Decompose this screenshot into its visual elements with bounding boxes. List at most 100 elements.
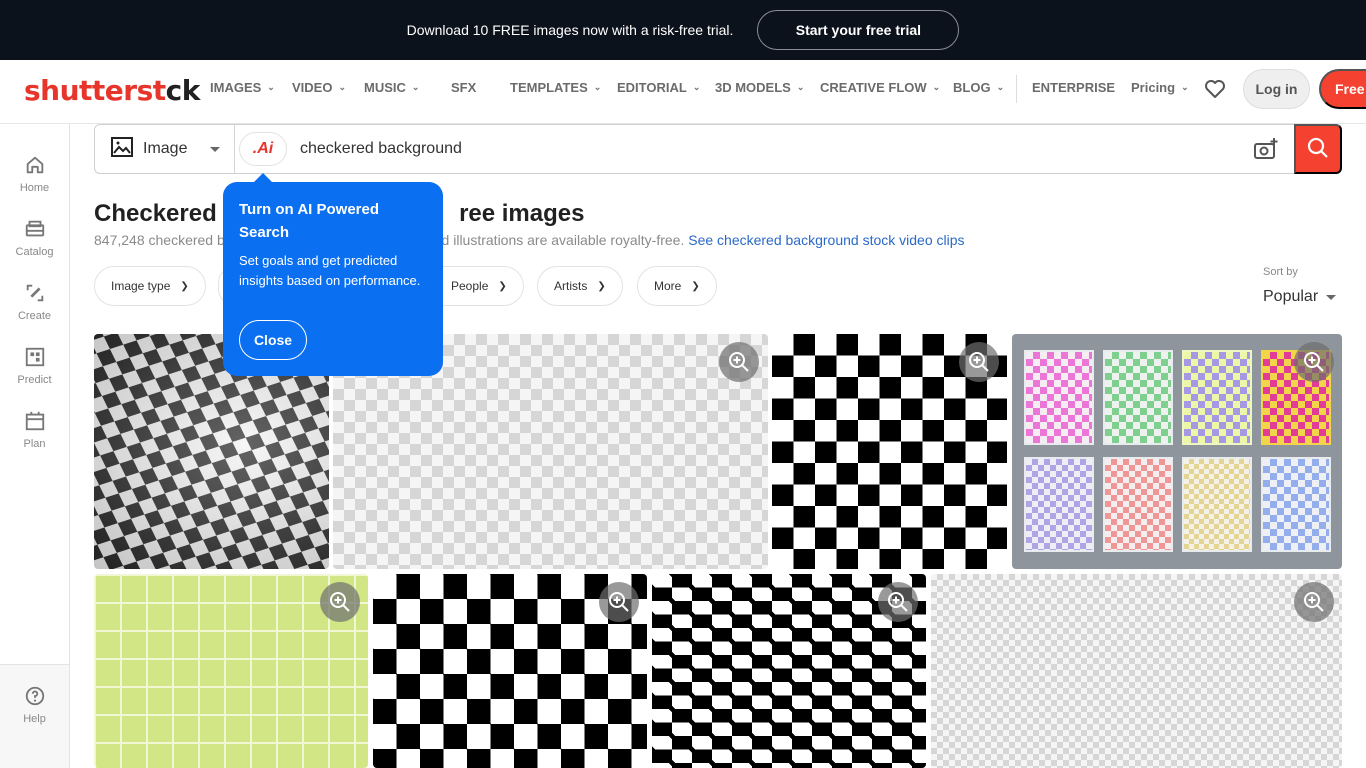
- zoom-preview-button[interactable]: [1294, 582, 1334, 622]
- top-navigation: shutterstck IMAGES ⌄ VIDEO ⌄ MUSIC ⌄ SFX TE…: [0, 60, 1366, 124]
- subtitle-tail: nd illustrations are available royalty-f…: [433, 232, 689, 248]
- zoom-in-icon: [1304, 352, 1324, 372]
- nav-music[interactable]: MUSIC ⌄: [364, 80, 419, 95]
- filter-label: More: [654, 279, 682, 293]
- chevron-down-icon: ⌄: [338, 82, 347, 92]
- filter-more[interactable]: More ❯: [637, 266, 717, 306]
- zoom-in-icon: [1304, 592, 1324, 612]
- poster-lavender: [1024, 457, 1094, 552]
- shutterstock-logo[interactable]: shutterstck: [24, 74, 200, 107]
- sidebar-item-help[interactable]: Help: [0, 685, 69, 725]
- start-free-trial-button[interactable]: Start your free trial: [757, 10, 960, 50]
- login-button[interactable]: Log in: [1243, 69, 1310, 109]
- free-trial-button[interactable]: Free t: [1319, 69, 1366, 109]
- filter-label: Image type: [111, 279, 171, 293]
- nav-label: EDITORIAL: [617, 80, 687, 95]
- home-icon: [24, 154, 46, 179]
- poster-blue: [1261, 457, 1331, 552]
- filter-people[interactable]: People ❯: [435, 266, 524, 306]
- image-tile-green-grid[interactable]: [94, 574, 368, 768]
- sidebar-item-create[interactable]: Create: [0, 282, 69, 322]
- nav-enterprise[interactable]: ENTERPRISE: [1032, 80, 1115, 95]
- nav-label: BLOG: [953, 80, 991, 95]
- nav-label: CREATIVE FLOW: [820, 80, 927, 95]
- zoom-preview-button[interactable]: [320, 582, 360, 622]
- chevron-down-icon: ⌄: [593, 82, 602, 92]
- image-tile-colorful-posters[interactable]: [1012, 334, 1342, 569]
- nav-templates[interactable]: TEMPLATES ⌄: [510, 80, 601, 95]
- video-clips-link[interactable]: See checkered background stock video cli…: [688, 232, 964, 248]
- filter-artists[interactable]: Artists ❯: [537, 266, 623, 306]
- zoom-preview-button[interactable]: [599, 582, 639, 622]
- nav-video[interactable]: VIDEO ⌄: [292, 80, 346, 95]
- filter-label: People: [451, 279, 489, 293]
- sidebar-item-plan[interactable]: Plan: [0, 410, 69, 450]
- poster-green: [1103, 350, 1173, 445]
- create-icon: [24, 282, 46, 307]
- sidebar-footer: Help: [0, 664, 69, 768]
- zoom-preview-button[interactable]: [1294, 342, 1334, 382]
- zoom-preview-button[interactable]: [878, 582, 918, 622]
- poster-pink: [1024, 350, 1094, 445]
- ai-search-tooltip: Turn on AI Powered Search Set goals and …: [223, 173, 443, 376]
- zoom-in-icon: [609, 592, 629, 612]
- help-icon: [24, 685, 46, 710]
- favorites-heart-icon[interactable]: [1203, 77, 1227, 101]
- title-end: ree images: [459, 200, 585, 227]
- plan-icon: [24, 410, 46, 435]
- image-tile-transparent-checker-2[interactable]: [931, 574, 1342, 768]
- sidebar-item-predict[interactable]: Predict: [0, 346, 69, 386]
- image-tile-checkerboard[interactable]: [772, 334, 1007, 569]
- sidebar-item-catalog[interactable]: Catalog: [0, 218, 69, 258]
- result-count: 847,248 checkered b: [94, 232, 225, 248]
- chevron-down-icon: ⌄: [267, 82, 275, 92]
- nav-pricing[interactable]: Pricing ⌄: [1131, 80, 1189, 95]
- sidebar-label: Plan: [23, 438, 46, 450]
- sort-value: Popular: [1263, 288, 1319, 305]
- sidebar-item-home[interactable]: Home: [0, 154, 69, 194]
- search-button[interactable]: [1294, 124, 1342, 174]
- nav-images[interactable]: IMAGES ⌄: [210, 80, 275, 95]
- search-input[interactable]: [300, 137, 1200, 161]
- zoom-in-icon: [330, 592, 350, 612]
- image-tile-checkerboard-large[interactable]: [373, 574, 647, 768]
- zoom-in-icon: [729, 352, 749, 372]
- media-type-select[interactable]: Image: [95, 125, 235, 173]
- chevron-down-icon: ⌄: [692, 82, 701, 92]
- image-icon: [111, 136, 133, 162]
- nav-sfx[interactable]: SFX: [451, 80, 476, 95]
- caret-down-icon: [210, 147, 220, 152]
- chevron-down-icon: ⌄: [932, 82, 941, 92]
- search-bar: Image .Ai: [94, 124, 1342, 174]
- logo-text-red: shutterst: [24, 74, 166, 107]
- nav-editorial[interactable]: EDITORIAL ⌄: [617, 80, 700, 95]
- chevron-down-icon: ❯: [597, 280, 606, 292]
- nav-label: 3D MODELS: [715, 80, 791, 95]
- nav-blog[interactable]: BLOG ⌄: [953, 80, 1004, 95]
- logo-text-dark: ck: [165, 74, 201, 107]
- nav-label: MUSIC: [364, 80, 406, 95]
- tooltip-body: Set goals and get predicted insights bas…: [239, 253, 421, 288]
- nav-creative-flow[interactable]: CREATIVE FLOW ⌄: [820, 80, 940, 95]
- tooltip-title: Turn on AI Powered Search: [239, 201, 380, 241]
- sort-label: Sort by: [1263, 266, 1298, 278]
- filter-image-type[interactable]: Image type ❯: [94, 266, 206, 306]
- chevron-down-icon: ⌄: [411, 82, 420, 92]
- catalog-icon: [24, 218, 46, 243]
- nav-3d-models[interactable]: 3D MODELS ⌄: [715, 80, 804, 95]
- nav-label: VIDEO: [292, 80, 333, 95]
- nav-label: ENTERPRISE: [1032, 80, 1116, 95]
- chevron-down-icon: ⌄: [996, 82, 1005, 92]
- camera-search-icon[interactable]: [1253, 137, 1279, 161]
- filter-label: Artists: [554, 279, 588, 293]
- image-tile-checkerboard-small[interactable]: [652, 574, 926, 768]
- zoom-preview-button[interactable]: [719, 342, 759, 382]
- sidebar-label: Catalog: [15, 246, 54, 258]
- chevron-down-icon: ⌄: [1181, 82, 1189, 92]
- zoom-preview-button[interactable]: [959, 342, 999, 382]
- tooltip-close-button[interactable]: Close: [239, 320, 307, 360]
- chevron-down-icon: ⌄: [796, 82, 805, 92]
- ai-search-toggle[interactable]: .Ai: [239, 132, 287, 166]
- sort-select[interactable]: Popular: [1263, 288, 1337, 306]
- nav-label: Pricing: [1131, 80, 1176, 95]
